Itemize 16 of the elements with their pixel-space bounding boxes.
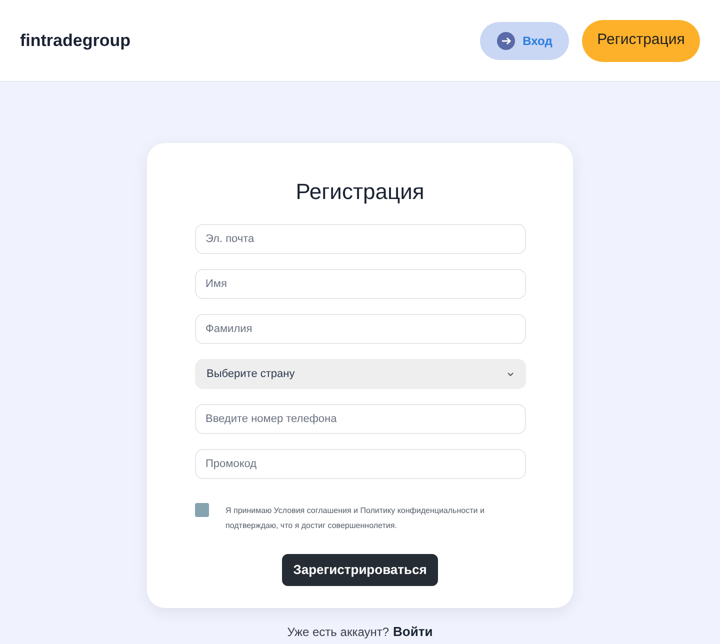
- arrow-right-icon: [496, 32, 515, 50]
- register-button[interactable]: Регистрация: [582, 20, 700, 62]
- consent-text: Я принимаю Условия соглашения и Политику конфиденциальности и подтверждаю, что я достиг совершеннолетия.: [226, 505, 486, 532]
- country-select[interactable]: Выберите страну: [194, 359, 526, 389]
- input-field[interactable]: Эл. почта: [194, 224, 526, 254]
- input-field[interactable]: Введите номер телефона: [194, 404, 526, 434]
- logo[interactable]: fintradegroup: [20, 28, 130, 54]
- form-title: Регистрация: [296, 178, 424, 206]
- input-field[interactable]: Фамилия: [194, 314, 526, 344]
- login-link[interactable]: Войти: [393, 622, 433, 642]
- input-field[interactable]: Промокод: [194, 449, 526, 479]
- consent-checkbox[interactable]: [194, 503, 208, 517]
- chevron-down-icon: [506, 372, 514, 376]
- input-field[interactable]: Имя: [194, 269, 526, 299]
- register-submit-button[interactable]: Зарегистрироваться: [282, 554, 438, 586]
- account-question: Уже есть аккаунт?: [287, 624, 390, 641]
